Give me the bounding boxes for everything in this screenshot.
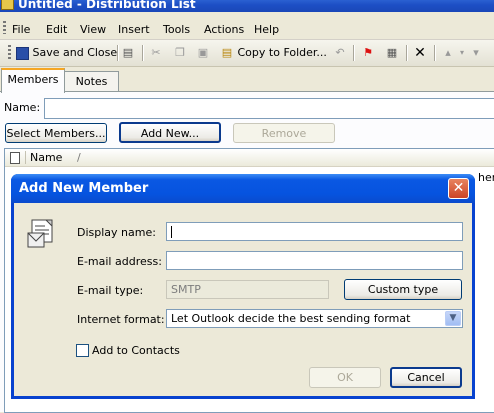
text-cursor [171, 226, 172, 238]
display-name-label: Display name: [77, 226, 156, 239]
undo-button[interactable]: ↶ [333, 44, 347, 62]
tab-members[interactable]: Members [1, 68, 65, 93]
save-and-close-button[interactable]: Save and Close [16, 44, 117, 62]
menu-grip-handle[interactable] [3, 21, 6, 34]
window-title: Untitled - Distribution List [18, 0, 196, 11]
cancel-button[interactable]: Cancel [390, 367, 462, 388]
toolbar-separator [353, 45, 355, 61]
paste-icon: ▣ [197, 46, 209, 59]
email-address-label: E-mail address: [77, 255, 162, 268]
ok-button[interactable]: OK [309, 367, 381, 388]
menu-actions[interactable]: Actions [204, 23, 244, 36]
copy-to-folder-label: Copy to Folder... [237, 46, 327, 59]
down-arrow-icon: ▾ [473, 46, 479, 59]
menu-view[interactable]: View [80, 23, 106, 36]
delete-button[interactable]: ✕ [413, 44, 427, 62]
email-type-label: E-mail type: [77, 284, 144, 297]
list-info-text: here [478, 171, 494, 184]
tab-strip: Members Notes [0, 67, 494, 93]
column-divider[interactable] [25, 151, 26, 164]
toolbar-separator [406, 45, 408, 61]
print-button[interactable]: ▤ [121, 44, 135, 62]
copy-button[interactable]: ❐ [173, 44, 187, 62]
email-address-input[interactable] [166, 251, 463, 270]
folder-icon: ▤ [221, 46, 233, 59]
email-type-field: SMTP [166, 280, 329, 299]
menu-edit[interactable]: Edit [46, 23, 67, 36]
internet-format-select[interactable]: Let Outlook decide the best sending form… [166, 309, 463, 328]
menu-help[interactable]: Help [254, 23, 279, 36]
sort-indicator: / [77, 151, 81, 164]
up-arrow-icon: ▴ [445, 46, 451, 59]
address-book-icon: ▦ [386, 46, 398, 59]
previous-item-dropdown[interactable]: ▾ [455, 44, 469, 62]
menu-file[interactable]: File [12, 23, 30, 36]
save-icon [16, 46, 29, 60]
delete-x-icon: ✕ [414, 45, 426, 61]
name-field[interactable] [44, 98, 494, 119]
chevron-down-icon[interactable]: ▼ [445, 311, 461, 326]
distribution-list-icon [1, 0, 14, 10]
window-title-bar[interactable]: Untitled - Distribution List [0, 0, 494, 12]
menu-bar: File Edit View Insert Tools Actions Help [0, 12, 494, 40]
list-header: Name / [5, 149, 494, 167]
custom-type-button[interactable]: Custom type [344, 279, 462, 300]
internet-format-label: Internet format: [77, 313, 165, 326]
column-header-name[interactable]: Name [30, 151, 62, 164]
item-type-column-icon[interactable] [10, 152, 20, 164]
remove-button[interactable]: Remove [233, 123, 335, 143]
printer-icon: ▤ [122, 46, 134, 59]
tab-notes[interactable]: Notes [64, 71, 119, 92]
chevron-down-icon: ▾ [459, 48, 464, 57]
toolbar-separator [117, 45, 119, 61]
internet-format-value: Let Outlook decide the best sending form… [171, 312, 411, 325]
toolbar-separator [434, 45, 436, 61]
address-book-button[interactable]: ▦ [385, 44, 399, 62]
red-flag-icon: ⚑ [363, 46, 373, 59]
paste-button[interactable]: ▣ [196, 44, 210, 62]
toolbar-grip-handle[interactable] [8, 45, 11, 61]
add-new-button[interactable]: Add New... [119, 122, 221, 143]
contact-card-icon [27, 219, 53, 248]
previous-item-button[interactable]: ▴ [441, 44, 455, 62]
standard-toolbar: Save and Close ▤ ✂ ❐ ▣ ▤ Copy to Folder.… [0, 40, 494, 67]
add-to-contacts-label[interactable]: Add to Contacts [92, 344, 180, 357]
next-item-button[interactable]: ▾ [469, 44, 483, 62]
cut-button[interactable]: ✂ [149, 44, 163, 62]
dialog-close-button[interactable]: ✕ [448, 178, 469, 199]
follow-up-flag-button[interactable]: ⚑ [361, 44, 375, 62]
add-to-contacts-checkbox[interactable] [76, 344, 89, 357]
copy-to-folder-button[interactable]: ▤ Copy to Folder... [220, 44, 327, 62]
scissors-icon: ✂ [151, 46, 161, 59]
close-icon: ✕ [452, 180, 465, 196]
menu-insert[interactable]: Insert [118, 23, 150, 36]
undo-icon: ↶ [335, 46, 345, 59]
toolbar-separator [142, 45, 144, 61]
display-name-input[interactable] [166, 222, 463, 241]
select-members-button[interactable]: Select Members... [5, 123, 107, 143]
dialog-title: Add New Member [19, 181, 149, 196]
name-label: Name: [4, 101, 41, 114]
save-and-close-label: Save and Close [32, 46, 118, 59]
copy-icon: ❐ [175, 46, 185, 59]
menu-tools[interactable]: Tools [163, 23, 190, 36]
